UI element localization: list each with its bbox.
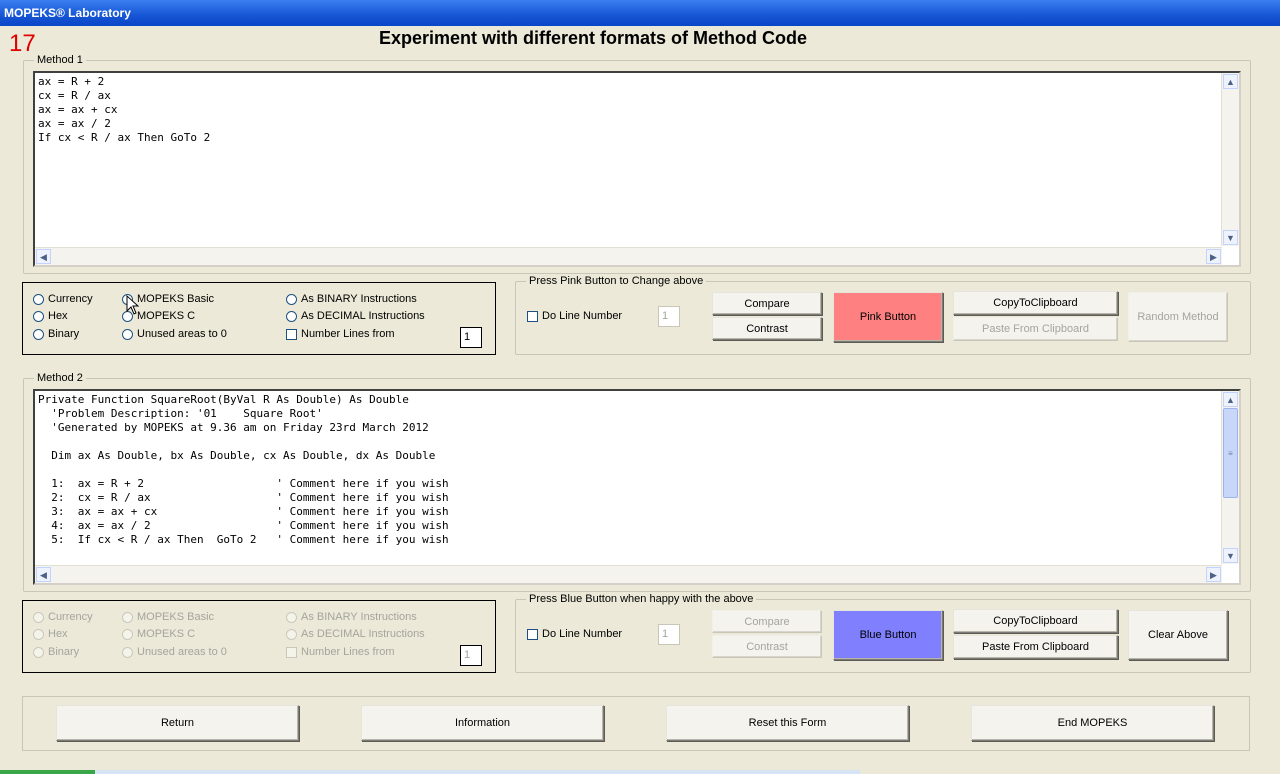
- checkbox-icon[interactable]: [286, 328, 297, 340]
- method1-horizontal-scrollbar[interactable]: ◀ ▶: [35, 247, 1222, 265]
- taskbar-strip: [0, 770, 1280, 774]
- reset-form-button[interactable]: Reset this Form: [666, 705, 909, 741]
- scroll-right-icon[interactable]: ▶: [1206, 249, 1221, 264]
- scroll-left-icon[interactable]: ◀: [36, 567, 51, 582]
- method1-option-as-decimal[interactable]: As DECIMAL Instructions: [286, 310, 425, 322]
- page-title: Experiment with different formats of Met…: [378, 28, 808, 48]
- method1-do-line-number[interactable]: Do Line Number: [527, 310, 622, 322]
- random-method-button[interactable]: Random Method: [1128, 292, 1228, 342]
- method2-actions-legend: Press Blue Button when happy with the ab…: [529, 593, 754, 605]
- mouse-cursor-icon: [126, 295, 140, 315]
- radio-icon[interactable]: [33, 293, 44, 305]
- scroll-right-icon[interactable]: ▶: [1206, 567, 1221, 582]
- method1-contrast-button[interactable]: Contrast: [712, 317, 822, 340]
- information-button[interactable]: Information: [361, 705, 604, 741]
- radio-icon: [33, 628, 44, 640]
- method2-option-mopeks-c: MOPEKS C: [122, 628, 195, 640]
- method1-option-hex[interactable]: Hex: [33, 310, 68, 322]
- radio-icon: [286, 611, 297, 623]
- method2-code: Private Function SquareRoot(ByVal R As D…: [38, 393, 449, 546]
- method1-paste-from-clipboard-button[interactable]: Paste From Clipboard: [953, 317, 1118, 341]
- radio-icon[interactable]: [286, 293, 297, 305]
- method1-option-currency[interactable]: Currency: [33, 293, 93, 305]
- title-bar[interactable]: MOPEKS® Laboratory: [0, 0, 1280, 26]
- method1-vertical-scrollbar[interactable]: ▲ ▼: [1221, 73, 1239, 246]
- scrollbar-thumb[interactable]: ≡: [1223, 408, 1238, 498]
- checkbox-icon[interactable]: [527, 310, 538, 322]
- radio-icon[interactable]: [122, 328, 133, 340]
- method1-format-options: Currency Hex Binary MOPEKS Basic MOPEKS …: [22, 282, 496, 355]
- method2-number-lines-from-input: 1: [460, 645, 482, 666]
- method2-copy-to-clipboard-button[interactable]: CopyToClipboard: [953, 609, 1118, 633]
- method1-option-as-binary[interactable]: As BINARY Instructions: [286, 293, 417, 305]
- method2-option-mopeks-basic: MOPEKS Basic: [122, 611, 214, 623]
- method1-copy-to-clipboard-button[interactable]: CopyToClipboard: [953, 291, 1118, 315]
- method1-actions-legend: Press Pink Button to Change above: [529, 275, 704, 287]
- radio-icon: [122, 628, 133, 640]
- method2-number-lines-checkbox: Number Lines from: [286, 646, 395, 658]
- blue-button[interactable]: Blue Button: [833, 610, 943, 660]
- method1-code-editor[interactable]: ax = R + 2 cx = R / ax ax = ax + cx ax =…: [33, 71, 1241, 267]
- scroll-left-icon[interactable]: ◀: [36, 249, 51, 264]
- method2-option-hex: Hex: [33, 628, 68, 640]
- radio-icon[interactable]: [33, 310, 44, 322]
- window-title: MOPEKS® Laboratory: [4, 6, 131, 20]
- scroll-up-icon[interactable]: ▲: [1223, 392, 1238, 407]
- method1-number-lines-from-input[interactable]: 1: [460, 327, 482, 348]
- method2-legend: Method 2: [37, 372, 83, 384]
- method2-option-binary: Binary: [33, 646, 79, 658]
- scroll-down-icon[interactable]: ▼: [1223, 548, 1238, 563]
- return-button[interactable]: Return: [56, 705, 299, 741]
- radio-icon: [33, 646, 44, 658]
- method2-option-currency: Currency: [33, 611, 93, 623]
- method2-option-unused-areas: Unused areas to 0: [122, 646, 227, 658]
- method2-format-options: Currency Hex Binary MOPEKS Basic MOPEKS …: [22, 600, 496, 673]
- method2-option-as-binary: As BINARY Instructions: [286, 611, 417, 623]
- method1-compare-button[interactable]: Compare: [712, 292, 822, 315]
- method2-paste-from-clipboard-button[interactable]: Paste From Clipboard: [953, 635, 1118, 659]
- method2-do-line-number[interactable]: Do Line Number: [527, 628, 622, 640]
- method2-contrast-button[interactable]: Contrast: [712, 635, 822, 658]
- method2-line-number-input[interactable]: 1: [658, 624, 680, 645]
- method2-option-as-decimal: As DECIMAL Instructions: [286, 628, 425, 640]
- radio-icon: [122, 646, 133, 658]
- radio-icon: [122, 611, 133, 623]
- scroll-down-icon[interactable]: ▼: [1223, 230, 1238, 245]
- radio-icon: [286, 628, 297, 640]
- method2-compare-button[interactable]: Compare: [712, 610, 822, 633]
- clear-above-button[interactable]: Clear Above: [1128, 610, 1228, 660]
- scroll-up-icon[interactable]: ▲: [1223, 74, 1238, 89]
- radio-icon[interactable]: [286, 310, 297, 322]
- method1-code: ax = R + 2 cx = R / ax ax = ax + cx ax =…: [38, 75, 211, 144]
- checkbox-icon[interactable]: [527, 628, 538, 640]
- method2-code-editor[interactable]: Private Function SquareRoot(ByVal R As D…: [33, 389, 1241, 585]
- method1-number-lines-checkbox[interactable]: Number Lines from: [286, 328, 395, 340]
- method1-line-number-input[interactable]: 1: [658, 306, 680, 327]
- checkbox-icon: [286, 646, 297, 658]
- method1-option-unused-areas[interactable]: Unused areas to 0: [122, 328, 227, 340]
- end-mopeks-button[interactable]: End MOPEKS: [971, 705, 1214, 741]
- radio-icon: [33, 611, 44, 623]
- method1-legend: Method 1: [37, 54, 83, 66]
- method2-horizontal-scrollbar[interactable]: ◀ ▶: [35, 565, 1222, 583]
- pink-button[interactable]: Pink Button: [833, 292, 943, 342]
- method2-vertical-scrollbar[interactable]: ▲ ≡ ▼: [1221, 391, 1239, 564]
- method1-option-binary[interactable]: Binary: [33, 328, 79, 340]
- radio-icon[interactable]: [33, 328, 44, 340]
